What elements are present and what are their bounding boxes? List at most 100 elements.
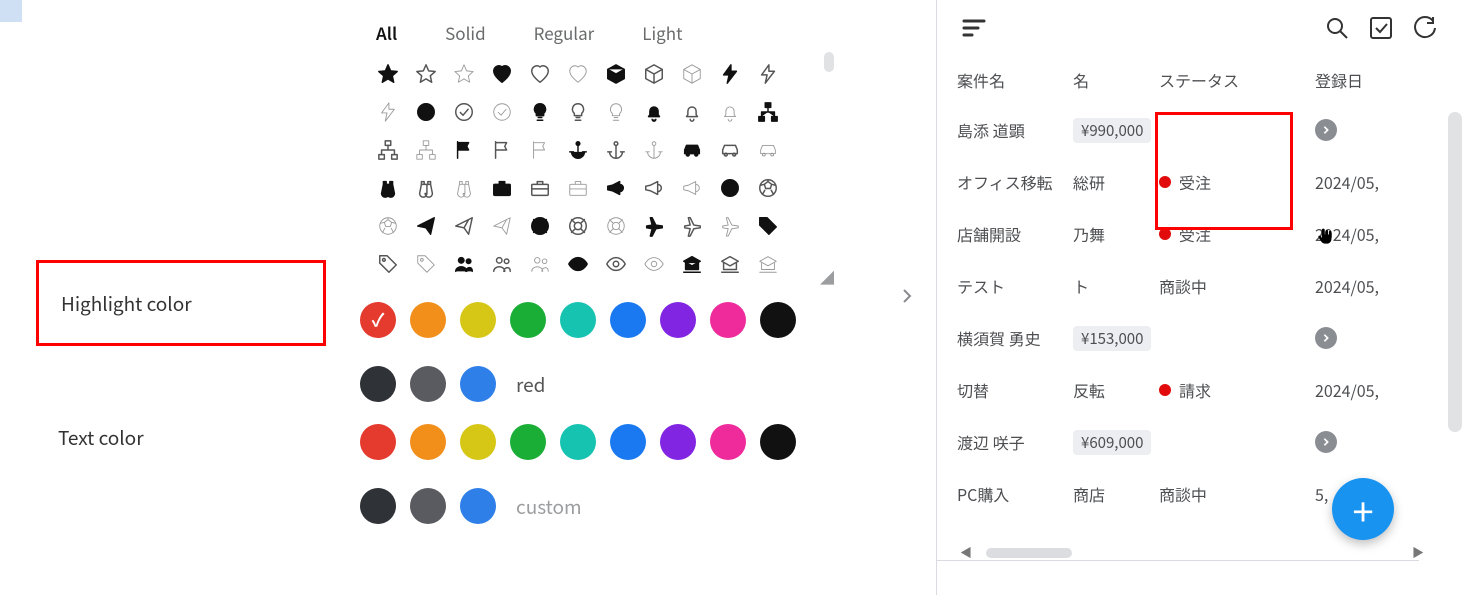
cube-outline-icon[interactable]: [642, 62, 666, 86]
color-swatch[interactable]: [360, 366, 396, 402]
add-button[interactable]: +: [1332, 478, 1394, 540]
bolt-light-icon[interactable]: [376, 100, 400, 124]
bullhorn-outline-icon[interactable]: [642, 176, 666, 200]
color-swatch[interactable]: [410, 366, 446, 402]
car-outline-icon[interactable]: [718, 138, 742, 162]
chevron-right-icon[interactable]: [1315, 327, 1337, 349]
color-swatch[interactable]: [460, 488, 496, 524]
heart-outline-icon[interactable]: [528, 62, 552, 86]
binoculars-outline-icon[interactable]: [414, 176, 438, 200]
flag-light-icon[interactable]: [528, 138, 552, 162]
refresh-icon[interactable]: [1412, 15, 1438, 41]
lightbulb-light-icon[interactable]: [604, 100, 628, 124]
color-swatch[interactable]: [410, 302, 446, 338]
tag-light-icon[interactable]: [414, 252, 438, 276]
hscroll-left-caret-icon[interactable]: ◀: [960, 544, 972, 561]
bullhorn-light-icon[interactable]: [680, 176, 704, 200]
color-swatch[interactable]: [460, 302, 496, 338]
star-light-icon[interactable]: [452, 62, 476, 86]
color-swatch[interactable]: [660, 424, 696, 460]
check-circle-outline-icon[interactable]: [452, 100, 476, 124]
cube-solid-icon[interactable]: [604, 62, 628, 86]
table-row[interactable]: オフィス移転総研受注2024/05,: [937, 156, 1462, 208]
star-solid-icon[interactable]: [376, 62, 400, 86]
star-outline-icon[interactable]: [414, 62, 438, 86]
users-light-icon[interactable]: [528, 252, 552, 276]
color-swatch[interactable]: [360, 424, 396, 460]
sort-icon[interactable]: [961, 15, 987, 41]
color-swatch[interactable]: [760, 302, 796, 338]
paper-plane-light-icon[interactable]: [490, 214, 514, 238]
sitemap-light-icon[interactable]: [414, 138, 438, 162]
bell-solid-icon[interactable]: [642, 100, 666, 124]
table-row[interactable]: 島添 道顕¥990,000: [937, 104, 1462, 156]
color-swatch[interactable]: [610, 302, 646, 338]
color-swatch[interactable]: [760, 424, 796, 460]
color-swatch[interactable]: [710, 424, 746, 460]
panel-drag-handle-icon[interactable]: [897, 286, 917, 306]
lightbulb-solid-icon[interactable]: [528, 100, 552, 124]
color-swatch[interactable]: [660, 302, 696, 338]
eye-outline-icon[interactable]: [604, 252, 628, 276]
car-light-icon[interactable]: [756, 138, 780, 162]
binoculars-solid-icon[interactable]: [376, 176, 400, 200]
color-swatch[interactable]: [360, 302, 396, 338]
futbol-solid-icon[interactable]: [718, 176, 742, 200]
flag-solid-icon[interactable]: [452, 138, 476, 162]
paper-plane-solid-icon[interactable]: [414, 214, 438, 238]
briefcase-solid-icon[interactable]: [490, 176, 514, 200]
users-outline-icon[interactable]: [490, 252, 514, 276]
life-ring-light-icon[interactable]: [604, 214, 628, 238]
plane-solid-icon[interactable]: [642, 214, 666, 238]
tag-outline-icon[interactable]: [376, 252, 400, 276]
bolt-outline-icon[interactable]: [756, 62, 780, 86]
paper-plane-outline-icon[interactable]: [452, 214, 476, 238]
table-horizontal-scrollbar-thumb[interactable]: [986, 548, 1072, 558]
bell-light-icon[interactable]: [718, 100, 742, 124]
futbol-light-icon[interactable]: [376, 214, 400, 238]
chevron-right-icon[interactable]: [1315, 119, 1337, 141]
tab-regular[interactable]: Regular: [528, 16, 601, 49]
table-row[interactable]: 横須賀 勇史¥153,000: [937, 312, 1462, 364]
users-solid-icon[interactable]: [452, 252, 476, 276]
university-outline-icon[interactable]: [718, 252, 742, 276]
table-vertical-scrollbar[interactable]: [1448, 112, 1462, 432]
table-row[interactable]: 店舗開設乃舞受注2024/05,: [937, 208, 1462, 260]
hscroll-right-caret-icon[interactable]: ▶: [1412, 544, 1424, 561]
briefcase-outline-icon[interactable]: [528, 176, 552, 200]
color-swatch[interactable]: [410, 424, 446, 460]
sitemap-outline-icon[interactable]: [376, 138, 400, 162]
color-swatch[interactable]: [610, 424, 646, 460]
university-light-icon[interactable]: [756, 252, 780, 276]
anchor-outline-icon[interactable]: [604, 138, 628, 162]
plane-outline-icon[interactable]: [680, 214, 704, 238]
table-row[interactable]: 切替反転請求2024/05,: [937, 364, 1462, 416]
futbol-outline-icon[interactable]: [756, 176, 780, 200]
checkbox-icon[interactable]: [1368, 15, 1394, 41]
color-swatch[interactable]: [560, 424, 596, 460]
life-ring-solid-icon[interactable]: [528, 214, 552, 238]
university-solid-icon[interactable]: [680, 252, 704, 276]
color-swatch[interactable]: [560, 302, 596, 338]
color-swatch[interactable]: [460, 366, 496, 402]
bullhorn-solid-icon[interactable]: [604, 176, 628, 200]
color-swatch[interactable]: [510, 302, 546, 338]
plane-light-icon[interactable]: [718, 214, 742, 238]
chevron-right-icon[interactable]: [1315, 431, 1337, 453]
anchor-solid-icon[interactable]: [566, 138, 590, 162]
color-swatch[interactable]: [360, 488, 396, 524]
cube-light-icon[interactable]: [680, 62, 704, 86]
heart-light-icon[interactable]: [566, 62, 590, 86]
check-circle-solid-icon[interactable]: [414, 100, 438, 124]
anchor-light-icon[interactable]: [642, 138, 666, 162]
tab-all[interactable]: All: [370, 16, 403, 49]
icon-grid-scrollbar[interactable]: [824, 52, 834, 72]
tab-light[interactable]: Light: [636, 16, 688, 49]
heart-solid-icon[interactable]: [490, 62, 514, 86]
bell-outline-icon[interactable]: [680, 100, 704, 124]
search-icon[interactable]: [1324, 15, 1350, 41]
color-swatch[interactable]: [710, 302, 746, 338]
check-circle-light-icon[interactable]: [490, 100, 514, 124]
color-swatch[interactable]: [510, 424, 546, 460]
bolt-solid-icon[interactable]: [718, 62, 742, 86]
